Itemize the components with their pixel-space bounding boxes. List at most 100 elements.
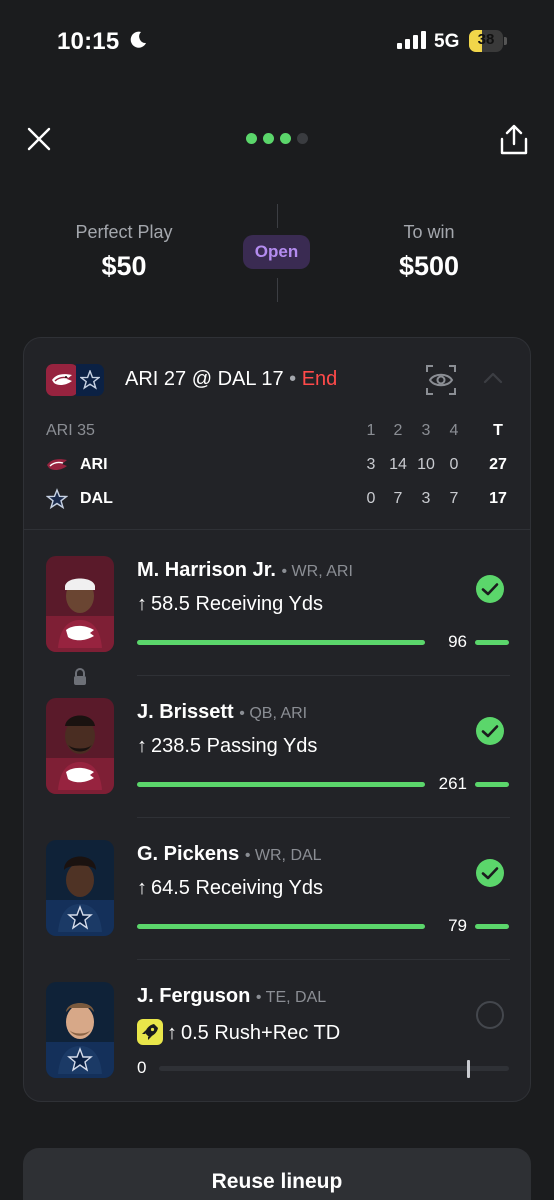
quarter-score: 7 bbox=[449, 490, 459, 507]
line-label: 0.5 Rush+Rec TD bbox=[181, 1022, 341, 1044]
quarter-score: 7 bbox=[393, 490, 403, 507]
progress-bar: 0 bbox=[137, 1058, 509, 1078]
divider bbox=[277, 204, 278, 228]
line-label: 58.5 Receiving Yds bbox=[151, 593, 323, 615]
reuse-lineup-button[interactable]: Reuse lineup bbox=[23, 1148, 531, 1200]
total-label: T bbox=[493, 422, 503, 439]
progress-bar: 261 bbox=[137, 774, 509, 794]
team-logos bbox=[46, 364, 106, 396]
game-card: ARI 27 @ DAL 17 • End ARI 35 1 2 3 4 T A bbox=[23, 337, 531, 1102]
page-indicator bbox=[246, 133, 308, 144]
line-marker bbox=[467, 1060, 470, 1078]
page-dot bbox=[280, 133, 291, 144]
pick-line: ↑ 238.5 Passing Yds bbox=[137, 735, 317, 758]
scoreboard-row-dal: DAL 0 7 3 7 17 bbox=[24, 488, 530, 518]
total-score: 27 bbox=[489, 456, 507, 473]
entry-value: $50 bbox=[101, 251, 147, 281]
entry-amount: Perfect Play $50 bbox=[24, 222, 224, 282]
home-team: DAL bbox=[217, 368, 256, 390]
page-dot bbox=[263, 133, 274, 144]
quarter-label: 2 bbox=[393, 422, 403, 439]
quarter-score: 0 bbox=[366, 490, 376, 507]
team-abbr: DAL bbox=[80, 490, 113, 507]
quarter-score: 0 bbox=[449, 456, 459, 473]
player-avatar bbox=[46, 556, 114, 652]
player-meta: • WR, ARI bbox=[281, 563, 353, 580]
player-name: G. Pickens • WR, DAL bbox=[137, 843, 322, 866]
status-bar: 10:15 5G 38 bbox=[0, 0, 554, 80]
to-win-value: $500 bbox=[398, 251, 460, 281]
player-avatar bbox=[46, 840, 114, 936]
scoreboard-header: ARI 35 1 2 3 4 T bbox=[24, 422, 530, 450]
game-header[interactable]: ARI 27 @ DAL 17 • End bbox=[24, 338, 530, 414]
progress-fill bbox=[137, 640, 425, 645]
status-time: 10:15 bbox=[57, 28, 120, 55]
cardinals-logo-icon bbox=[46, 364, 78, 396]
pick-line: ↑ 0.5 Rush+Rec TD bbox=[137, 1019, 340, 1045]
progress-bar: 96 bbox=[137, 632, 509, 652]
progress-value: 79 bbox=[448, 916, 467, 935]
rocket-icon bbox=[137, 1019, 163, 1045]
signal-icon bbox=[397, 31, 426, 49]
pick-row[interactable]: J. Brissett • QB, ARI ↑ 238.5 Passing Yds… bbox=[24, 676, 530, 818]
quarter-label: 3 bbox=[421, 422, 431, 439]
divider bbox=[277, 278, 278, 302]
quarter-score: 3 bbox=[421, 490, 431, 507]
chevron-up-icon[interactable] bbox=[482, 370, 504, 386]
at-symbol: @ bbox=[191, 368, 213, 390]
home-score: 17 bbox=[261, 368, 284, 390]
away-score: 27 bbox=[163, 368, 187, 390]
pick-row[interactable]: M. Harrison Jr. • WR, ARI ↑ 58.5 Receivin… bbox=[24, 534, 530, 676]
player-name-text: M. Harrison Jr. bbox=[137, 559, 276, 581]
entry-summary: Perfect Play $50 Open To win $500 bbox=[0, 204, 554, 304]
team-abbr: ARI bbox=[80, 456, 108, 473]
more-arrow: ↑ bbox=[167, 1022, 177, 1044]
status-badge: Open bbox=[243, 235, 310, 269]
player-avatar bbox=[46, 982, 114, 1078]
payout-amount: To win $500 bbox=[329, 222, 529, 282]
pending-circle-icon bbox=[476, 1001, 504, 1029]
eye-icon[interactable] bbox=[425, 364, 457, 396]
game-state: End bbox=[301, 368, 338, 390]
quarter-score: 10 bbox=[417, 456, 435, 473]
network-label: 5G bbox=[434, 31, 460, 52]
player-meta: • WR, DAL bbox=[244, 847, 322, 864]
scoreboard: ARI 35 1 2 3 4 T ARI 3 14 10 0 27 DAL 0 … bbox=[24, 414, 530, 530]
pick-row[interactable]: J. Ferguson • TE, DAL ↑ 0.5 Rush+Rec TD 0 bbox=[24, 960, 530, 1101]
player-name: J. Brissett • QB, ARI bbox=[137, 701, 307, 724]
share-icon[interactable] bbox=[499, 124, 529, 156]
battery-level: 38 bbox=[477, 31, 495, 48]
pick-line: ↑ 58.5 Receiving Yds bbox=[137, 593, 323, 616]
game-score: ARI 27 @ DAL 17 • End bbox=[125, 368, 337, 391]
scoreboard-row-ari: ARI 3 14 10 0 27 bbox=[24, 456, 530, 484]
battery-icon: 38 bbox=[469, 30, 507, 52]
quarter-score: 14 bbox=[389, 456, 407, 473]
game-situation: ARI 35 bbox=[46, 422, 95, 439]
page-dot bbox=[297, 133, 308, 144]
check-circle-icon bbox=[476, 717, 504, 745]
check-circle-icon bbox=[476, 859, 504, 887]
cowboys-logo-icon bbox=[76, 364, 104, 396]
pick-row[interactable]: G. Pickens • WR, DAL ↑ 64.5 Receiving Yds… bbox=[24, 818, 530, 960]
total-score: 17 bbox=[489, 490, 507, 507]
progress-fill bbox=[137, 782, 425, 787]
progress-value: 261 bbox=[438, 774, 467, 793]
pick-line: ↑ 64.5 Receiving Yds bbox=[137, 877, 323, 900]
quarter-label: 4 bbox=[449, 422, 459, 439]
player-avatar bbox=[46, 698, 114, 794]
away-team: ARI bbox=[125, 368, 159, 390]
moon-icon bbox=[130, 31, 146, 48]
cowboys-logo-icon bbox=[46, 488, 68, 510]
more-arrow: ↑ bbox=[137, 877, 147, 899]
more-arrow: ↑ bbox=[137, 735, 147, 757]
quarter-score: 3 bbox=[366, 456, 376, 473]
player-meta: • QB, ARI bbox=[239, 705, 308, 722]
player-name-text: G. Pickens bbox=[137, 843, 240, 865]
bullet: • bbox=[289, 368, 297, 390]
progress-value: 96 bbox=[448, 632, 467, 651]
player-name: M. Harrison Jr. • WR, ARI bbox=[137, 559, 353, 582]
progress-tail bbox=[475, 640, 509, 645]
cardinals-logo-icon bbox=[47, 459, 67, 471]
progress-value: 0 bbox=[137, 1058, 147, 1077]
close-icon[interactable] bbox=[27, 127, 51, 151]
